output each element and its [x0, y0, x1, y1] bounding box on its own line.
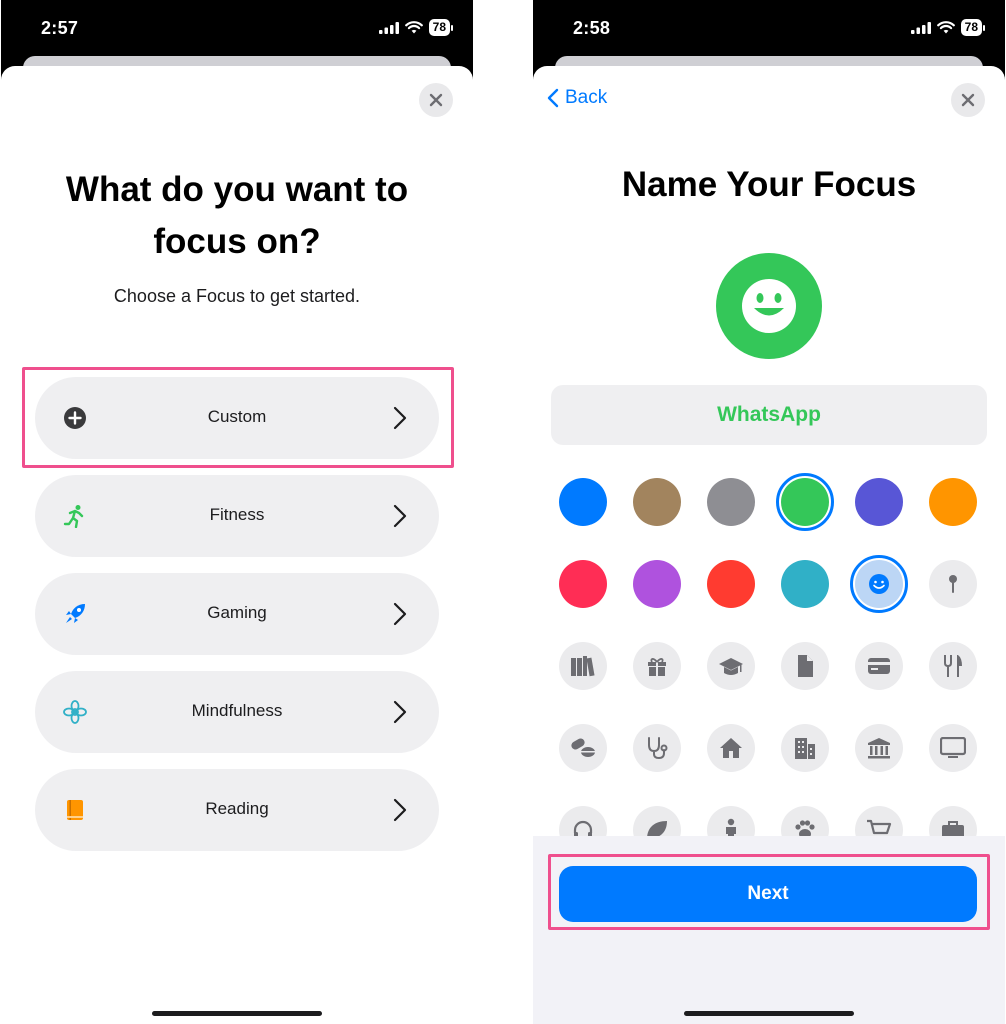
pills-icon [571, 738, 595, 757]
chevron-left-icon [547, 88, 559, 108]
symbol-document[interactable] [781, 642, 829, 690]
books-icon [571, 656, 595, 677]
focus-icon-preview [716, 253, 822, 359]
document-icon [798, 655, 813, 677]
focus-option-label: Reading [205, 799, 269, 818]
color-swatch-teal[interactable] [781, 560, 829, 608]
back-button[interactable]: Back [547, 87, 607, 109]
battery-icon [451, 24, 453, 31]
focus-option-reading[interactable]: Reading [35, 769, 439, 851]
focus-option-gaming[interactable]: Gaming [35, 573, 439, 655]
symbol-building[interactable] [781, 724, 829, 772]
color-swatch-gray[interactable] [707, 478, 755, 526]
close-icon [961, 93, 975, 107]
symbol-house[interactable] [707, 724, 755, 772]
status-bar: 2:57 78 [1, 0, 473, 58]
chevron-right-icon [393, 602, 407, 626]
symbol-fork-knife[interactable] [929, 642, 977, 690]
battery-icon [983, 24, 985, 31]
cellular-signal-icon [910, 21, 931, 34]
stethoscope-icon [648, 737, 668, 760]
color-swatch-brown[interactable] [633, 478, 681, 526]
sheet: What do you want to focus on? Choose a F… [1, 66, 473, 1024]
symbol-stethoscope[interactable] [633, 724, 681, 772]
chevron-right-icon [393, 798, 407, 822]
color-swatch-blue[interactable] [559, 478, 607, 526]
focus-option-fitness[interactable]: Fitness [35, 475, 439, 557]
color-swatch-red[interactable] [707, 560, 755, 608]
highlight-box-next [548, 854, 990, 930]
chevron-right-icon [393, 504, 407, 528]
home-indicator [152, 1011, 322, 1016]
color-swatch-pink[interactable] [559, 560, 607, 608]
color-swatch-indigo[interactable] [855, 478, 903, 526]
color-swatch-purple[interactable] [633, 560, 681, 608]
page-title: Name Your Focus [621, 165, 917, 204]
symbol-bank[interactable] [855, 724, 903, 772]
graduation-cap-icon [719, 658, 743, 675]
symbol-graduation-cap[interactable] [707, 642, 755, 690]
house-icon [720, 738, 742, 758]
symbol-monitor[interactable] [929, 724, 977, 772]
status-time: 2:58 [573, 18, 611, 38]
focus-option-label: Mindfulness [191, 701, 283, 720]
pin-icon [949, 575, 957, 593]
symbol-gift[interactable] [633, 642, 681, 690]
smiley-icon [742, 279, 796, 333]
symbol-pin[interactable] [929, 560, 977, 608]
symbol-books[interactable] [559, 642, 607, 690]
status-time: 2:57 [41, 18, 79, 38]
back-label: Back [565, 87, 608, 108]
wifi-icon [936, 21, 955, 34]
smiley-icon [869, 574, 889, 594]
home-indicator [684, 1011, 854, 1016]
symbol-credit-card[interactable] [855, 642, 903, 690]
close-button[interactable] [419, 83, 453, 117]
symbol-smiley[interactable] [855, 560, 903, 608]
wifi-icon [404, 21, 423, 34]
cellular-signal-icon [378, 21, 399, 34]
fork-knife-icon [944, 655, 962, 677]
close-icon [429, 93, 443, 107]
status-bar: 2:58 78 [533, 0, 1005, 58]
focus-option-mindfulness[interactable]: Mindfulness [35, 671, 439, 753]
highlight-box-custom [22, 367, 454, 468]
bank-icon [868, 738, 890, 759]
color-swatch-green[interactable] [781, 478, 829, 526]
focus-option-label: Gaming [207, 603, 267, 622]
focus-option-label: Fitness [209, 505, 265, 524]
symbol-pills[interactable] [559, 724, 607, 772]
building-icon [795, 738, 815, 759]
page-title: What do you want to focus on? [65, 170, 409, 261]
page-subtitle: Choose a Focus to get started. [113, 286, 361, 306]
monitor-icon [940, 737, 966, 758]
battery-level: 78 [428, 19, 450, 36]
gift-icon [648, 658, 666, 676]
color-swatch-orange[interactable] [929, 478, 977, 526]
focus-picker-screen: 2:57 78 What do you want to focus on? Ch… [1, 0, 473, 1024]
close-button[interactable] [951, 83, 985, 117]
focus-name-field[interactable]: WhatsApp [551, 385, 987, 445]
chevron-right-icon [393, 700, 407, 724]
credit-card-icon [868, 658, 890, 674]
battery-level: 78 [960, 19, 982, 36]
